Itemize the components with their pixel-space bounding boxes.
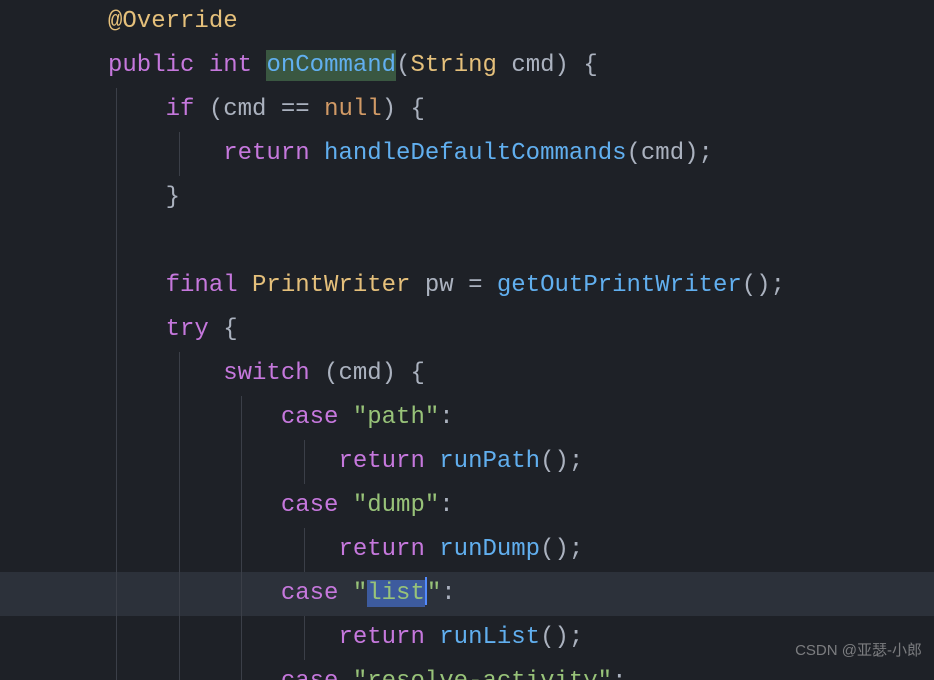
semicolon: ; bbox=[569, 624, 583, 651]
punct: ) bbox=[684, 140, 698, 167]
code-line[interactable]: return runDump(); bbox=[0, 528, 934, 572]
semicolon: ; bbox=[569, 536, 583, 563]
semicolon: ; bbox=[699, 140, 713, 167]
string-literal: "dump" bbox=[353, 492, 439, 519]
brace: { bbox=[583, 52, 597, 79]
punct: ) bbox=[382, 360, 396, 387]
punct: ) bbox=[555, 52, 569, 79]
code-line-active[interactable]: case "list": bbox=[0, 572, 934, 616]
punct: () bbox=[742, 272, 771, 299]
selected-text: list bbox=[367, 580, 425, 607]
keyword-return: return bbox=[338, 448, 424, 475]
var-pw: pw bbox=[425, 272, 454, 299]
keyword-case: case bbox=[281, 668, 339, 680]
brace: { bbox=[411, 96, 425, 123]
method-name-highlighted: onCommand bbox=[266, 50, 396, 81]
code-line[interactable]: try { bbox=[0, 308, 934, 352]
punct: ( bbox=[324, 360, 338, 387]
code-line[interactable]: if (cmd == null) { bbox=[0, 88, 934, 132]
code-line-partial[interactable]: case "resolve-activity": bbox=[0, 660, 934, 680]
type-string: String bbox=[410, 52, 496, 79]
method-call: runPath bbox=[439, 448, 540, 475]
brace: { bbox=[410, 360, 424, 387]
punct: ( bbox=[396, 52, 410, 79]
colon: : bbox=[441, 580, 455, 607]
keyword-if: if bbox=[166, 96, 195, 123]
semicolon: ; bbox=[771, 272, 785, 299]
param-name: cmd bbox=[511, 52, 554, 79]
method-call: runList bbox=[439, 624, 540, 651]
punct: ) bbox=[382, 96, 396, 123]
method-call: runDump bbox=[439, 536, 540, 563]
keyword-case: case bbox=[281, 492, 339, 519]
op-assign: = bbox=[468, 272, 482, 299]
code-line[interactable]: @Override bbox=[0, 0, 934, 44]
var-cmd: cmd bbox=[223, 96, 266, 123]
string-quote: " bbox=[427, 580, 441, 607]
keyword-switch: switch bbox=[223, 360, 309, 387]
method-call: handleDefaultCommands bbox=[324, 140, 626, 167]
type-printwriter: PrintWriter bbox=[252, 272, 410, 299]
keyword-case: case bbox=[281, 404, 339, 431]
code-line[interactable]: final PrintWriter pw = getOutPrintWriter… bbox=[0, 264, 934, 308]
brace: } bbox=[166, 184, 180, 211]
string-literal: "path" bbox=[353, 404, 439, 431]
code-line[interactable]: case "dump": bbox=[0, 484, 934, 528]
punct: () bbox=[540, 448, 569, 475]
annotation: @Override bbox=[108, 8, 238, 35]
method-call: getOutPrintWriter bbox=[497, 272, 742, 299]
code-line[interactable]: return runList(); bbox=[0, 616, 934, 660]
code-line-empty[interactable] bbox=[0, 220, 934, 264]
punct: () bbox=[540, 536, 569, 563]
punct: () bbox=[540, 624, 569, 651]
null-literal: null bbox=[324, 96, 382, 123]
var-cmd: cmd bbox=[641, 140, 684, 167]
string-quote: " bbox=[353, 580, 367, 607]
colon: : bbox=[612, 668, 626, 680]
code-line[interactable]: } bbox=[0, 176, 934, 220]
code-line[interactable]: switch (cmd) { bbox=[0, 352, 934, 396]
keyword-public: public bbox=[108, 52, 194, 79]
semicolon: ; bbox=[569, 448, 583, 475]
keyword-return: return bbox=[338, 624, 424, 651]
keyword-final: final bbox=[166, 272, 238, 299]
code-line[interactable]: public int onCommand(String cmd) { bbox=[0, 44, 934, 88]
keyword-try: try bbox=[166, 316, 209, 343]
code-line[interactable]: return handleDefaultCommands(cmd); bbox=[0, 132, 934, 176]
code-line[interactable]: return runPath(); bbox=[0, 440, 934, 484]
var-cmd: cmd bbox=[338, 360, 381, 387]
keyword-int: int bbox=[209, 52, 252, 79]
watermark-text: CSDN @亚瑟-小郎 bbox=[795, 637, 922, 664]
keyword-return: return bbox=[338, 536, 424, 563]
keyword-return: return bbox=[223, 140, 309, 167]
code-editor[interactable]: @Override public int onCommand(String cm… bbox=[0, 0, 934, 680]
op-eq: == bbox=[281, 96, 310, 123]
colon: : bbox=[439, 492, 453, 519]
punct: ( bbox=[209, 96, 223, 123]
keyword-case: case bbox=[281, 580, 339, 607]
colon: : bbox=[439, 404, 453, 431]
code-line[interactable]: case "path": bbox=[0, 396, 934, 440]
punct: ( bbox=[627, 140, 641, 167]
brace: { bbox=[223, 316, 237, 343]
string-literal: "resolve-activity" bbox=[353, 668, 612, 680]
